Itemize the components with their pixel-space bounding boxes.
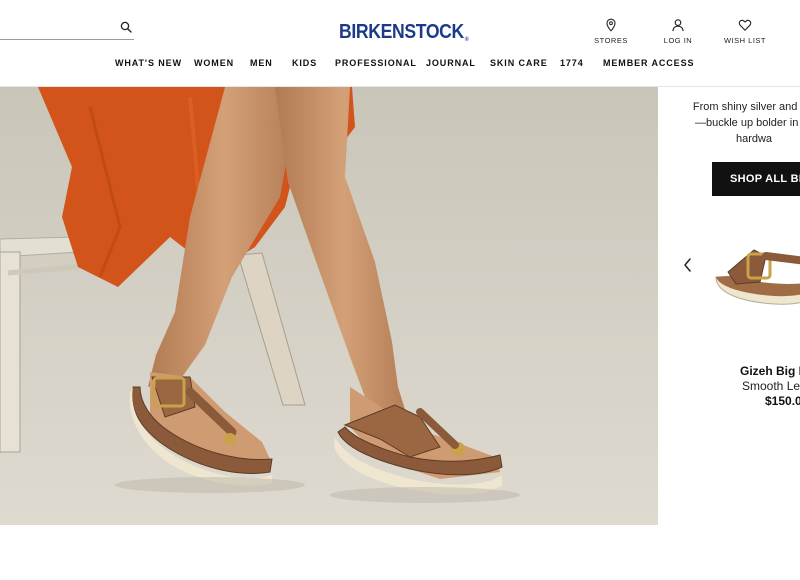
search-input[interactable] [0, 16, 112, 38]
logo-text: BIRKENSTOCK® [339, 21, 469, 43]
stores-link[interactable]: STORES [591, 18, 631, 45]
product-price: $150.0 [765, 394, 800, 408]
login-label: LOG IN [663, 36, 693, 45]
hero-image[interactable] [0, 87, 658, 525]
hero-photo-illustration [0, 87, 658, 525]
product-name[interactable]: Gizeh Big B [740, 364, 800, 378]
shop-all-button[interactable]: SHOP ALL BIG [712, 162, 800, 196]
search-icon[interactable] [120, 21, 132, 33]
nav-member-access[interactable]: MEMBER ACCESS [603, 58, 694, 68]
promo-panel: From shiny silver and gol —buckle up bol… [658, 87, 800, 525]
promo-text: From shiny silver and gol —buckle up bol… [674, 99, 800, 147]
product-image[interactable] [714, 242, 800, 322]
nav-journal[interactable]: JOURNAL [426, 58, 476, 68]
user-icon [672, 19, 684, 32]
nav-whats-new[interactable]: WHAT'S NEW [115, 58, 182, 68]
product-material: Smooth Le [742, 379, 800, 393]
login-link[interactable]: LOG IN [658, 18, 698, 45]
nav-1774[interactable]: 1774 [560, 58, 584, 68]
chevron-left-icon[interactable] [682, 257, 694, 273]
heart-icon [738, 19, 752, 31]
promo-line-1: From shiny silver and gol [692, 101, 800, 113]
wishlist-link[interactable]: WISH LIST [722, 18, 768, 45]
promo-line-3: hardwa [735, 133, 773, 145]
brand-logo[interactable]: BIRKENSTOCK® [339, 19, 469, 45]
nav-kids[interactable]: KIDS [292, 58, 317, 68]
nav-men[interactable]: MEN [250, 58, 273, 68]
stores-label: STORES [594, 36, 628, 45]
wishlist-label: WISH LIST [723, 36, 766, 45]
site-header: BIRKENSTOCK® STORES LOG IN WISH LIST WHA… [0, 0, 800, 87]
location-pin-icon [606, 18, 616, 32]
nav-women[interactable]: WOMEN [194, 58, 234, 68]
nav-skin-care[interactable]: SKIN CARE [490, 58, 548, 68]
search-bar[interactable] [0, 16, 134, 40]
promo-line-2: —buckle up bolder in ov [694, 117, 800, 129]
main-navigation: WHAT'S NEW WOMEN MEN KIDS PROFESSIONAL J… [0, 58, 800, 72]
nav-professional[interactable]: PROFESSIONAL [335, 58, 417, 68]
